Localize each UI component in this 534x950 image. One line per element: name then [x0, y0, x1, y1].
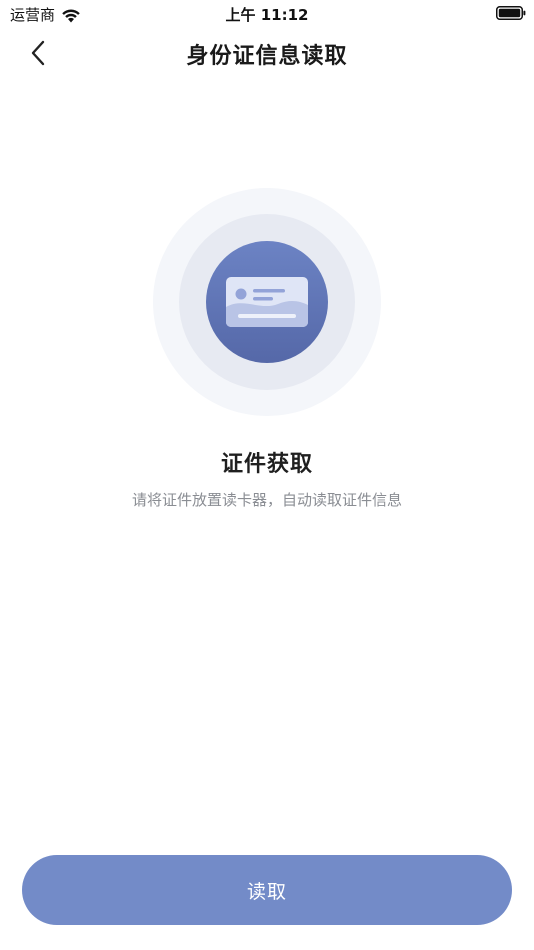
id-card-icon [226, 277, 308, 327]
status-bar: 运营商 上午 11:12 [0, 0, 534, 28]
section-description: 请将证件放置读卡器，自动读取证件信息 [131, 491, 402, 509]
section-title: 证件获取 [220, 452, 313, 477]
battery-icon [496, 6, 526, 20]
nav-bar: 身份证信息读取 [0, 28, 534, 78]
page-title: 身份证信息读取 [186, 44, 348, 69]
id-read-screen: 运营商 上午 11:12 身份证信息读取 证件获取 请将证件放置读卡器，自动读取… [0, 0, 534, 950]
status-time: 上午 11:12 [225, 6, 309, 24]
id-card-illustration [153, 188, 381, 416]
read-button[interactable]: 读取 [22, 855, 512, 925]
